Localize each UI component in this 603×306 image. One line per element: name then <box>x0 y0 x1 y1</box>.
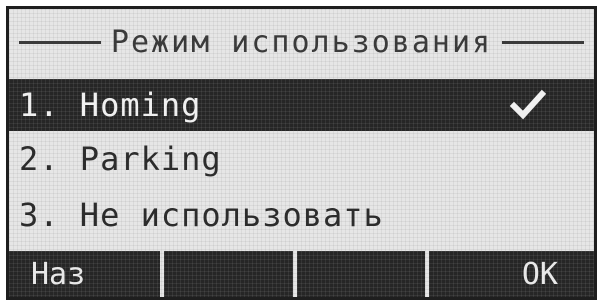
lcd-screen: Режим использования 1. Homing 2. Parking… <box>6 6 597 300</box>
ok-softkey[interactable]: OK <box>429 251 594 297</box>
menu-item-parking[interactable]: 2. Parking <box>9 133 594 185</box>
menu-item-homing[interactable]: 1. Homing <box>9 79 594 131</box>
softkey-2[interactable] <box>163 251 293 297</box>
ok-softkey-label: OK <box>521 256 558 292</box>
page-title: Режим использования <box>110 24 493 60</box>
menu-item-do-not-use[interactable]: 3. Не использовать <box>9 189 594 241</box>
back-softkey[interactable]: Наз <box>9 251 160 297</box>
title-divider-left <box>19 40 101 44</box>
title-bar: Режим использования <box>9 15 594 69</box>
back-softkey-label: Наз <box>31 256 86 292</box>
checkmark-icon <box>510 89 546 120</box>
softkey-3[interactable] <box>296 251 426 297</box>
menu-item-label: 1. Homing <box>19 86 202 124</box>
title-divider-right <box>502 40 585 44</box>
menu-item-label: 2. Parking <box>19 140 222 178</box>
menu-item-label: 3. Не использовать <box>19 196 384 234</box>
softkey-bar: Наз OK <box>9 251 594 297</box>
